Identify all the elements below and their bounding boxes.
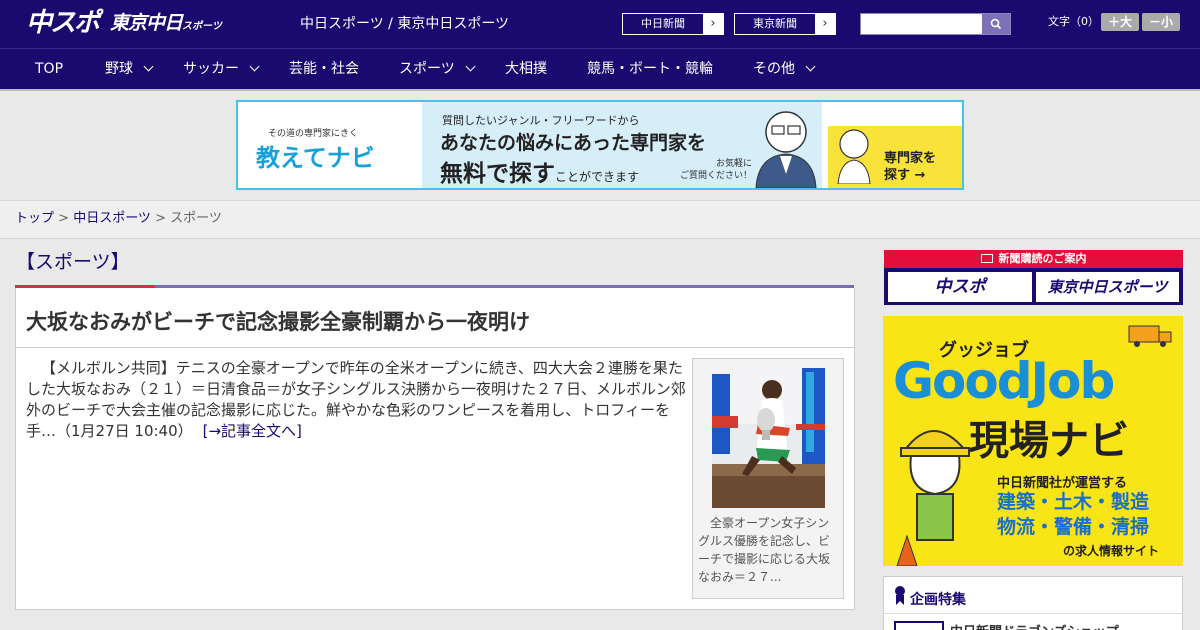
ad-categories: 建築・土木・製造 物流・警備・清掃 <box>997 491 1150 538</box>
chevron-down-icon <box>805 61 816 72</box>
chevron-down-icon <box>249 61 260 72</box>
paper-button-label: 東京新聞 <box>753 17 797 30</box>
font-smaller-button[interactable]: －小 <box>1142 13 1180 31</box>
nav-label: サッカー <box>183 61 239 77</box>
chevron-right-icon: › <box>703 14 723 34</box>
nav-item-soccer[interactable]: サッカー <box>183 49 260 89</box>
feature-heading: 企画特集 <box>910 592 966 608</box>
chevron-right-icon: › <box>815 14 835 34</box>
photo-caption: 全豪オープン女子シングルス優勝を記念し、ビーチで撮影に応じる大坂なおみ＝２７..… <box>698 516 831 584</box>
read-more-link[interactable]: [→記事全文へ] <box>203 422 302 440</box>
subscription-head-text: 新聞購読のご案内 <box>998 252 1087 265</box>
nav-item-sports[interactable]: スポーツ <box>399 49 476 89</box>
nav-label: 競馬・ボート・競輪 <box>587 61 713 77</box>
subscribe-chunichi-sports-button[interactable]: 中スポ <box>888 272 1032 302</box>
search-button[interactable] <box>982 14 1010 34</box>
banner-brand: 教えてナビ <box>256 144 375 172</box>
newspaper-icon <box>980 254 993 263</box>
banner-cta: 専門家を 探す → <box>884 151 937 183</box>
breadcrumb-current: スポーツ <box>170 211 222 226</box>
nav-item-racing[interactable]: 競馬・ボート・競輪 <box>587 49 713 89</box>
dragons-shop-thumbnail[interactable] <box>894 621 944 630</box>
header-site-links[interactable]: 中日スポーツ / 東京中日スポーツ <box>300 15 509 33</box>
nav-label: 野球 <box>105 61 133 77</box>
banner-line3: 無料で探すことができます <box>440 154 639 188</box>
font-larger-button[interactable]: ＋大 <box>1101 13 1139 31</box>
ad-tagline: の求人情報サイト <box>1063 544 1160 558</box>
banner-brand-panel: その道の専門家にきく 教えてナビ <box>238 102 422 188</box>
woman-illustration <box>837 129 871 184</box>
ad-operator: 中日新聞社が運営する <box>997 476 1128 491</box>
subscribe-tokyo-chunichi-button[interactable]: 東京中日スポーツ <box>1036 272 1179 302</box>
search-icon <box>990 18 1002 30</box>
subscription-box: 新聞購読のご案内 中スポ 東京中日スポーツ <box>884 250 1183 305</box>
businessman-illustration <box>755 111 817 188</box>
article-summary: 【メルボルン共同】テニスの全豪オープンで昨年の全米オープンに続き、四大大会２連勝… <box>26 358 686 442</box>
paper-button-label: 中日新聞 <box>641 17 685 30</box>
oshiete-navi-banner[interactable]: その道の専門家にきく 教えてナビ 質問したいジャンル・フリーワードから あなたの… <box>236 100 964 190</box>
breadcrumb: トップ > 中日スポーツ > スポーツ <box>15 211 222 226</box>
nav-label: スポーツ <box>399 61 455 77</box>
goodjob-genba-navi-ad[interactable]: グッジョブ GoodJob 現場ナビ 中日新聞社が運営する 建築・土木・製造 物… <box>883 316 1183 566</box>
feature-box: 企画特集 中日新聞ドラゴンズショップ <box>883 576 1183 630</box>
nav-item-baseball[interactable]: 野球 <box>105 49 154 89</box>
banner-cta-panel[interactable]: 専門家を 探す → <box>828 126 962 188</box>
search-input[interactable] <box>861 14 983 34</box>
article-photo-card: 全豪オープン女子シングルス優勝を記念し、ビーチで撮影に応じる大坂なおみ＝２７..… <box>692 358 844 599</box>
feature-divider <box>884 613 1182 614</box>
banner-line2: あなたの悩みにあった専門家を <box>440 132 707 154</box>
nav-divider <box>0 89 1200 91</box>
nav-item-entertainment[interactable]: 芸能・社会 <box>289 49 359 89</box>
section-heading: 【スポーツ】 <box>16 251 130 273</box>
chevron-down-icon <box>465 61 476 72</box>
tokyo-shimbun-button[interactable]: 東京新聞 › <box>734 13 836 35</box>
title-divider <box>16 347 854 348</box>
tokyo-chunichi-logo[interactable]: 東京中日スポーツ <box>110 10 222 40</box>
nav-label: 大相撲 <box>505 61 547 77</box>
beach-photo-illustration <box>712 364 825 508</box>
chunichi-shimbun-button[interactable]: 中日新聞 › <box>622 13 724 35</box>
breadcrumb-top[interactable]: トップ <box>15 211 54 226</box>
nav-label: TOP <box>35 61 64 77</box>
nav-label: 芸能・社会 <box>289 61 359 77</box>
article-photo[interactable] <box>712 364 825 508</box>
nav-item-sumo[interactable]: 大相撲 <box>505 49 547 89</box>
feature-item-dragons-shop[interactable]: 中日新聞ドラゴンズショップ <box>950 621 1119 630</box>
banner-line1: 質問したいジャンル・フリーワードから <box>442 114 640 127</box>
nav-item-top[interactable]: TOP <box>35 49 63 89</box>
chunichi-sports-logo[interactable]: 中スポ <box>26 6 100 40</box>
nav-label: その他 <box>753 61 795 77</box>
chevron-down-icon <box>143 61 154 72</box>
breadcrumb-section[interactable]: 中日スポーツ <box>73 211 151 226</box>
nav-item-other[interactable]: その他 <box>753 49 816 89</box>
logo-sub-small: スポーツ <box>182 21 222 32</box>
article-title[interactable]: 大坂なおみがビーチで記念撮影全豪制覇から一夜明け <box>26 308 530 336</box>
article-body: 【メルボルン共同】テニスの全豪オープンで昨年の全米オープンに続き、四大大会２連勝… <box>26 359 686 440</box>
banner-line3b: ことができます <box>555 170 640 184</box>
banner-line3a: 無料で探す <box>440 161 555 187</box>
font-size-label: 文字（0） <box>1048 15 1099 28</box>
main-nav: TOP 野球 サッカー 芸能・社会 スポーツ 大相撲 競馬・ボート・競輪 その他 <box>0 48 1200 89</box>
subscription-heading: 新聞購読のご案内 <box>884 250 1183 268</box>
ad-subtitle: 現場ナビ <box>969 418 1129 464</box>
search-box <box>860 13 1011 35</box>
truck-icon <box>1128 325 1172 347</box>
ad-title: GoodJob <box>893 352 1115 410</box>
logo-sub-main: 東京中日 <box>110 12 183 34</box>
ribbon-icon <box>895 586 905 605</box>
